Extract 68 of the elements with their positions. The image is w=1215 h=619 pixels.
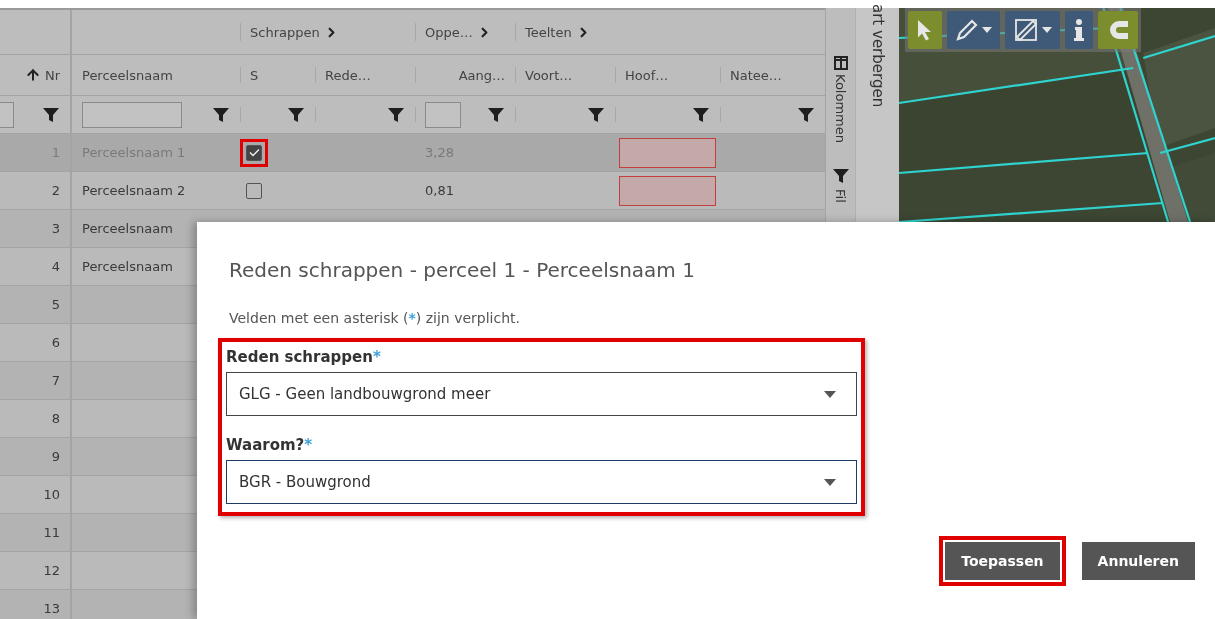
filter-icon[interactable] <box>587 105 605 124</box>
row-number: 5 <box>51 297 60 312</box>
caret-icon <box>982 27 992 33</box>
side-tab[interactable]: Fil <box>833 188 848 203</box>
column-header[interactable]: Perceelsnaam <box>82 67 173 83</box>
column-header[interactable]: Nr <box>44 67 60 83</box>
table-cell: Perceelsnaam 2 <box>82 183 186 198</box>
field-label: Waarom?* <box>226 436 314 454</box>
filter-field[interactable] <box>0 101 14 128</box>
row-number: 7 <box>51 373 60 388</box>
filter-icon[interactable] <box>487 105 505 124</box>
caret-icon <box>824 478 836 486</box>
info-icon <box>1073 18 1085 42</box>
column-header[interactable]: Rede… <box>325 67 371 83</box>
dialog-button[interactable]: Toepassen <box>945 542 1060 580</box>
filter-icon[interactable] <box>212 105 230 124</box>
ruler-icon <box>1013 17 1039 43</box>
row-number: 6 <box>51 335 60 350</box>
dropdown-field[interactable]: GLG - Geen landbouwgrond meer <box>226 372 857 416</box>
filter-icon[interactable] <box>387 105 405 124</box>
row-number: 9 <box>51 449 60 464</box>
row-number: 3 <box>51 221 60 236</box>
table-cell: Perceelsnaam <box>82 259 173 274</box>
map-tool-button[interactable] <box>1065 11 1093 49</box>
column-header[interactable]: Voort… <box>525 67 573 83</box>
row-number: 13 <box>43 601 60 616</box>
field-label: Reden schrappen* <box>226 348 382 366</box>
side-tab[interactable]: Kolommen <box>833 74 848 143</box>
filter-icon[interactable] <box>831 166 850 185</box>
checkbox[interactable] <box>246 182 262 199</box>
map-tool-button[interactable] <box>947 11 1000 49</box>
row-number: 10 <box>43 487 60 502</box>
column-header[interactable]: Aang… <box>458 67 505 83</box>
row-number: 4 <box>51 259 60 274</box>
row-number: 11 <box>43 525 60 540</box>
error-cell[interactable] <box>619 175 716 206</box>
map-tool-button[interactable] <box>908 11 942 49</box>
group-header[interactable]: Oppe… <box>425 24 473 40</box>
filter-icon[interactable] <box>287 105 305 124</box>
caret-icon <box>824 390 836 398</box>
filter-icon[interactable] <box>42 105 60 124</box>
pencil-icon <box>955 18 979 42</box>
dialog-button[interactable]: Annuleren <box>1081 542 1195 580</box>
columns-icon[interactable] <box>833 56 848 70</box>
row-number: 12 <box>43 563 60 578</box>
filter-icon[interactable] <box>692 105 710 124</box>
column-header[interactable]: Hoof… <box>625 67 669 83</box>
filter-field[interactable] <box>82 101 182 128</box>
table-cell: Perceelsnaam <box>82 221 173 236</box>
row-number: 8 <box>51 411 60 426</box>
table-cell: 0,81 <box>425 183 454 198</box>
filter-field[interactable] <box>425 101 461 128</box>
column-header[interactable]: S <box>250 67 259 83</box>
group-header[interactable]: Teelten <box>525 24 572 40</box>
caret-icon <box>1042 27 1052 33</box>
check-icon <box>248 148 260 157</box>
dropdown-field[interactable]: BGR - Bouwgrond <box>226 460 857 504</box>
required-note: Velden met een asterisk (*) zijn verplicht. <box>229 310 522 326</box>
dialog-title: Reden schrappen - perceel 1 - Perceelsnaam 1 <box>229 258 696 282</box>
row-number: 2 <box>51 183 60 198</box>
checkbox[interactable] <box>246 144 262 161</box>
column-header[interactable]: Natee… <box>730 67 782 83</box>
map-toggle[interactable]: art verbergen <box>868 4 887 222</box>
error-cell[interactable] <box>619 137 716 168</box>
map-tool-button[interactable] <box>1098 11 1138 49</box>
group-header[interactable]: Schrappen <box>250 24 320 40</box>
map-tool-button[interactable] <box>1005 11 1060 49</box>
filter-icon[interactable] <box>797 105 815 124</box>
